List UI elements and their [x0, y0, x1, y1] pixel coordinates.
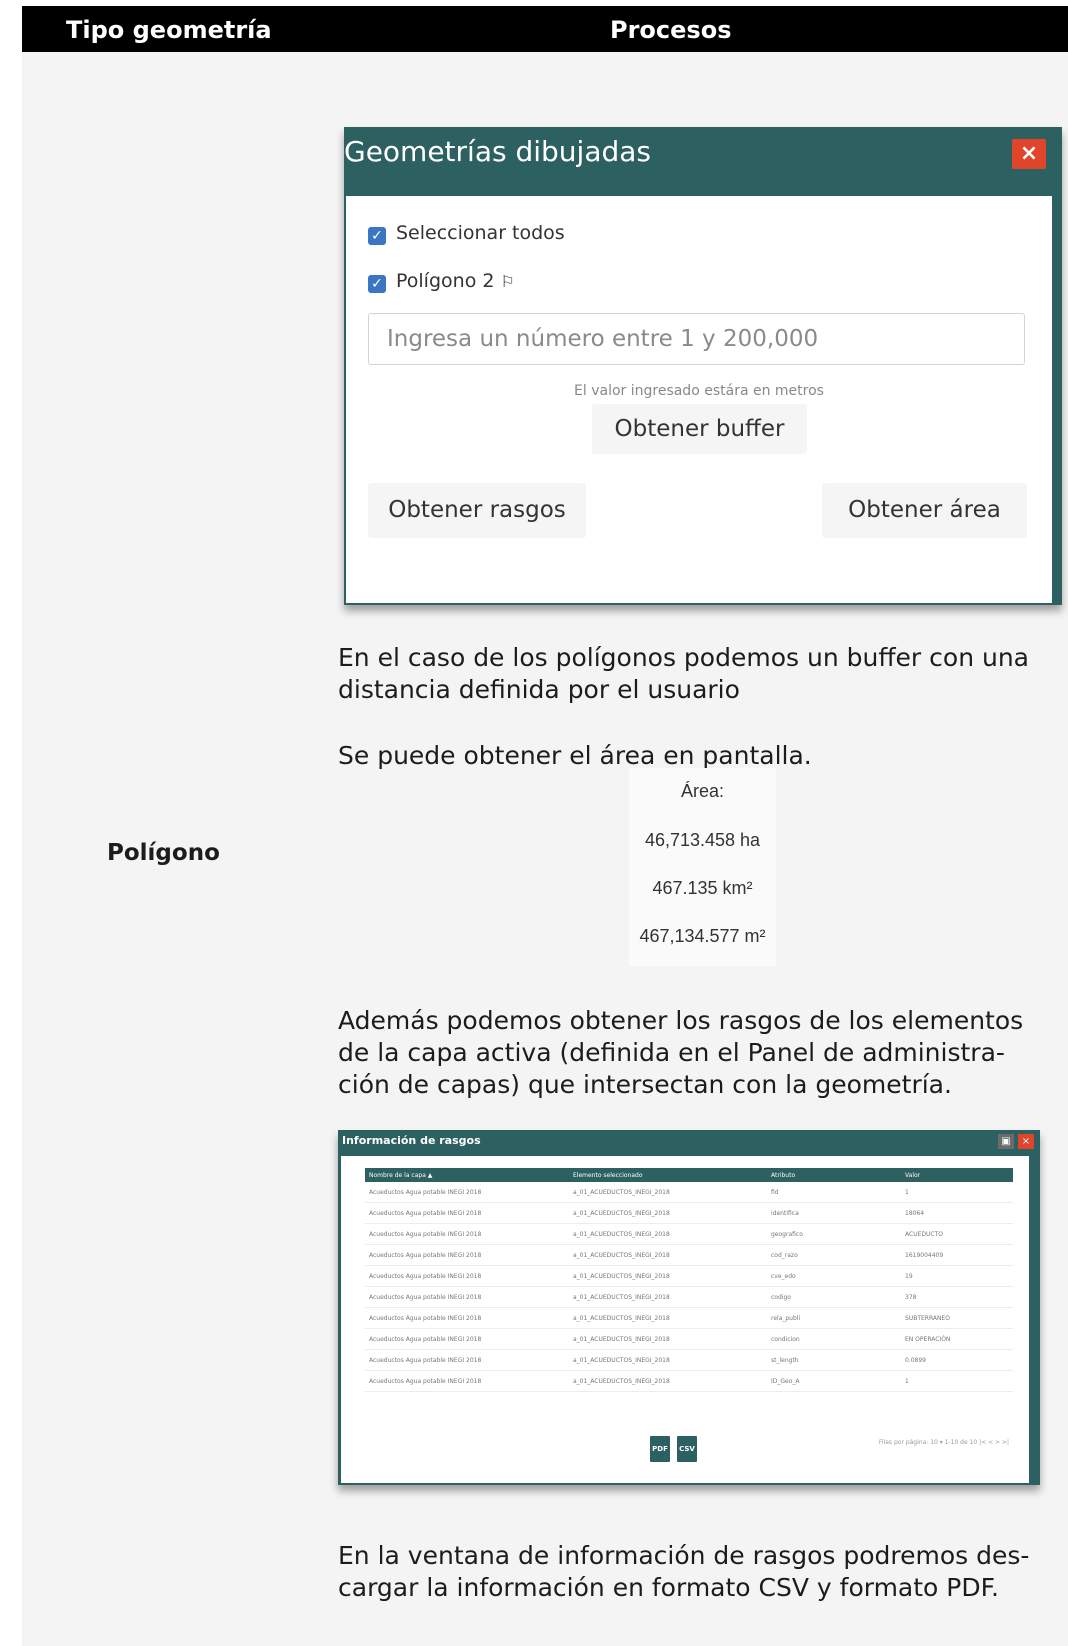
table-row[interactable]: Acueductos Agua potable INEGI 2018 a_01_A… [365, 1202, 1013, 1224]
table-cell: Acueductos Agua potable INEGI 2018 [365, 1328, 569, 1350]
paragraph-line: de la capa activa (definida en el Panel … [338, 1038, 1005, 1067]
polygon-label: Polígono 2 [396, 270, 495, 292]
column-header[interactable]: Elemento seleccionado [569, 1168, 767, 1182]
table-cell: Acueductos Agua potable INEGI 2018 [365, 1244, 569, 1266]
paragraph-features: Además podemos obtener los rasgos de los… [338, 1005, 1068, 1101]
column-header[interactable]: Nombre de la capa ▲ [365, 1168, 569, 1182]
get-features-button[interactable]: Obtener rasgos [368, 483, 586, 538]
table-pagination[interactable]: Filas por página: 10 ▾ 1-10 de 10 |< < >… [879, 1439, 1009, 1446]
paragraph-download: En la ventana de información de rasgos p… [338, 1540, 1068, 1604]
drawn-geometries-dialog: Geometrías dibujadas × ✓ Seleccionar tod… [344, 127, 1062, 605]
table-row[interactable]: Acueductos Agua potable INEGI 2018 a_01_A… [365, 1307, 1013, 1329]
table-row[interactable]: Acueductos Agua potable INEGI 2018 a_01_A… [365, 1265, 1013, 1287]
header-geometry-type: Tipo geometría [66, 16, 272, 44]
table-cell: a_01_ACUEDUCTOS_INEGI_2018 [569, 1286, 767, 1308]
close-icon[interactable]: × [1018, 1134, 1034, 1149]
flag-icon[interactable]: ⚐ [501, 272, 515, 291]
table-row[interactable]: Acueductos Agua potable INEGI 2018 a_01_A… [365, 1182, 1013, 1203]
features-table: Nombre de la capa ▲ Elemento seleccionad… [365, 1168, 1013, 1392]
polygon-checkbox[interactable]: ✓ [368, 275, 386, 293]
select-all-checkbox[interactable]: ✓ [368, 227, 386, 245]
area-label: Área: [680, 781, 725, 801]
features-dialog-title: Información de rasgos [342, 1134, 481, 1147]
table-cell: a_01_ACUEDUCTOS_INEGI_2018 [569, 1182, 767, 1203]
table-row[interactable]: Acueductos Agua potable INEGI 2018 a_01_A… [365, 1286, 1013, 1308]
features-table-header: Nombre de la capa ▲ Elemento seleccionad… [365, 1168, 1013, 1182]
column-header[interactable]: Valor [901, 1168, 1013, 1182]
table-cell: Acueductos Agua potable INEGI 2018 [365, 1182, 569, 1203]
table-cell: 19 [901, 1265, 1013, 1287]
table-cell: st_length [767, 1349, 901, 1371]
area-m2: 467,134.577 m² [639, 926, 766, 946]
table-cell: 18064 [901, 1202, 1013, 1224]
table-row[interactable]: Acueductos Agua potable INEGI 2018 a_01_A… [365, 1244, 1013, 1266]
table-cell: 1 [901, 1182, 1013, 1203]
table-cell: condicion [767, 1328, 901, 1350]
table-row[interactable]: Acueductos Agua potable INEGI 2018 a_01_A… [365, 1370, 1013, 1392]
table-cell: cod_razo [767, 1244, 901, 1266]
table-cell: a_01_ACUEDUCTOS_INEGI_2018 [569, 1202, 767, 1224]
table-cell: fid [767, 1182, 901, 1203]
table-cell: 378 [901, 1286, 1013, 1308]
dialog-body: ✓ Seleccionar todos ✓ Polígono 2 ⚐ El va… [346, 196, 1052, 603]
table-cell: EN OPERACIÓN [901, 1328, 1013, 1350]
table-cell: 1619004409 [901, 1244, 1013, 1266]
table-row[interactable]: Acueductos Agua potable INEGI 2018 a_01_A… [365, 1223, 1013, 1245]
paragraph-line: ción de capas) que intersectan con la ge… [338, 1070, 952, 1099]
table-cell: a_01_ACUEDUCTOS_INEGI_2018 [569, 1328, 767, 1350]
header-processes: Procesos [610, 16, 732, 44]
table-cell: Acueductos Agua potable INEGI 2018 [365, 1349, 569, 1371]
table-cell: a_01_ACUEDUCTOS_INEGI_2018 [569, 1223, 767, 1245]
table-cell: rela_publi [767, 1307, 901, 1329]
csv-download-icon[interactable]: CSV [677, 1436, 697, 1462]
area-hectares: 46,713.458 ha [644, 830, 761, 850]
table-cell: a_01_ACUEDUCTOS_INEGI_2018 [569, 1370, 767, 1392]
paragraph-line: cargar la información en formato CSV y f… [338, 1573, 999, 1602]
table-cell: Acueductos Agua potable INEGI 2018 [365, 1223, 569, 1245]
table-cell: Acueductos Agua potable INEGI 2018 [365, 1265, 569, 1287]
table-cell: Acueductos Agua potable INEGI 2018 [365, 1286, 569, 1308]
table-cell: SUBTERRANEO [901, 1307, 1013, 1329]
table-row[interactable]: Acueductos Agua potable INEGI 2018 a_01_A… [365, 1328, 1013, 1350]
paragraph-buffer: En el caso de los polígonos podemos un b… [338, 642, 1068, 706]
table-row[interactable]: Acueductos Agua potable INEGI 2018 a_01_A… [365, 1349, 1013, 1371]
column-header[interactable]: Atributo [767, 1168, 901, 1182]
paragraph-line: distancia definida por el usuario [338, 675, 740, 704]
get-area-button[interactable]: Obtener área [822, 483, 1027, 538]
window-icon[interactable]: ▣ [998, 1134, 1014, 1149]
pdf-download-icon[interactable]: PDF [650, 1436, 670, 1462]
table-cell: geografico [767, 1223, 901, 1245]
table-cell: a_01_ACUEDUCTOS_INEGI_2018 [569, 1244, 767, 1266]
dialog-title: Geometrías dibujadas [344, 135, 652, 168]
table-cell: ACUEDUCTO [901, 1223, 1013, 1245]
table-cell: identifica [767, 1202, 901, 1224]
select-all-label: Seleccionar todos [396, 222, 565, 244]
table-cell: Acueductos Agua potable INEGI 2018 [365, 1370, 569, 1392]
table-cell: codigo [767, 1286, 901, 1308]
paragraph-line: Además podemos obtener los rasgos de los… [338, 1006, 1024, 1035]
table-cell: a_01_ACUEDUCTOS_INEGI_2018 [569, 1349, 767, 1371]
table-cell: Acueductos Agua potable INEGI 2018 [365, 1307, 569, 1329]
area-result-box: Área: 46,713.458 ha 467.135 km² 467,134.… [629, 768, 776, 966]
paragraph-line: En el caso de los polígonos podemos un b… [338, 643, 1029, 672]
features-info-dialog: Información de rasgos ▣ × Nombre de la c… [338, 1130, 1040, 1485]
geometry-type-cell: Polígono [107, 840, 220, 866]
table-cell: a_01_ACUEDUCTOS_INEGI_2018 [569, 1307, 767, 1329]
table-cell: 1 [901, 1370, 1013, 1392]
get-buffer-button[interactable]: Obtener buffer [592, 404, 807, 454]
table-cell: cve_edo [767, 1265, 901, 1287]
buffer-hint: El valor ingresado estára en metros [574, 383, 824, 399]
table-cell: ID_Geo_A [767, 1370, 901, 1392]
table-cell: a_01_ACUEDUCTOS_INEGI_2018 [569, 1265, 767, 1287]
area-km2: 467.135 km² [652, 878, 753, 898]
table-header: Tipo geometría Procesos [22, 6, 1068, 52]
close-icon[interactable]: × [1012, 139, 1046, 169]
table-cell: 0.0899 [901, 1349, 1013, 1371]
polygon-item: Polígono 2 ⚐ [396, 270, 515, 292]
features-dialog-body: Nombre de la capa ▲ Elemento seleccionad… [341, 1156, 1029, 1483]
table-cell: Acueductos Agua potable INEGI 2018 [365, 1202, 569, 1224]
paragraph-line: En la ventana de información de rasgos p… [338, 1541, 1030, 1570]
buffer-distance-input[interactable] [368, 313, 1025, 365]
